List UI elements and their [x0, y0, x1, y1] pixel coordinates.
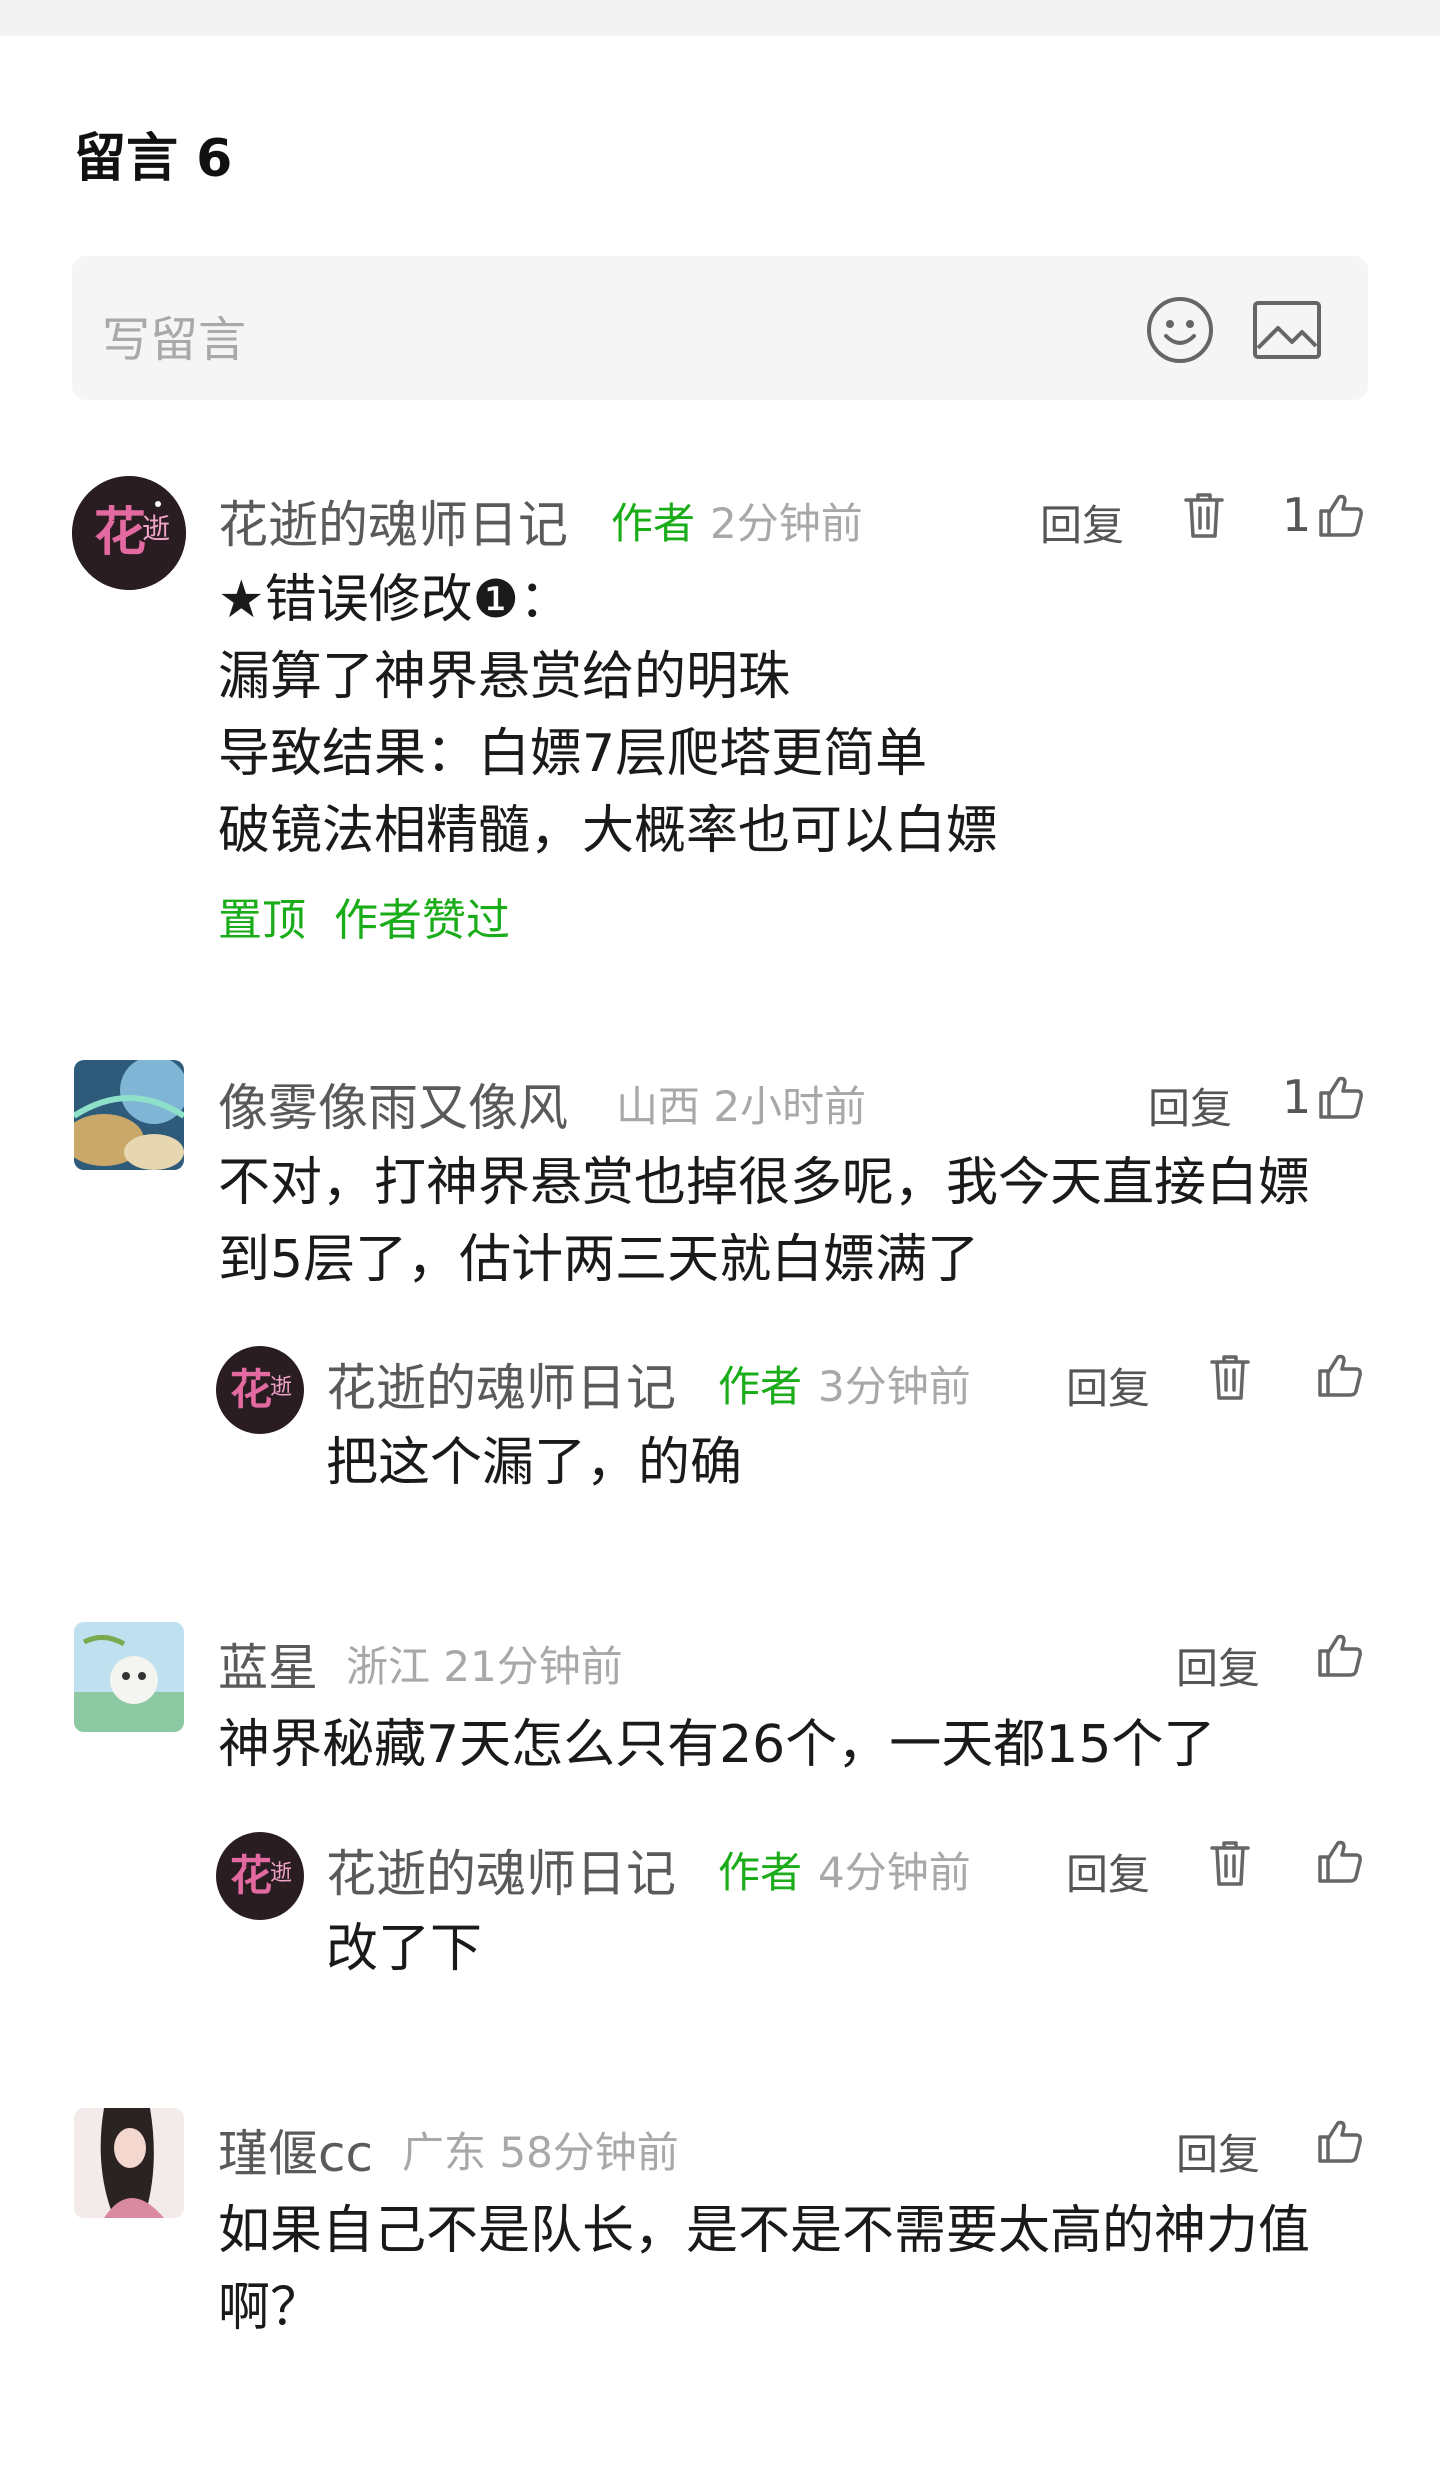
reply-username[interactable]: 花逝的魂师日记	[326, 1348, 676, 1420]
svg-text:花: 花	[230, 1365, 272, 1414]
image-icon[interactable]	[1252, 300, 1322, 360]
smiley-icon[interactable]	[1146, 296, 1214, 364]
comment-time: 2分钟前	[710, 499, 863, 548]
svg-text:逝: 逝	[270, 1861, 292, 1886]
like-button[interactable]: 1	[1282, 488, 1365, 542]
reply-button[interactable]: 回复	[1066, 1355, 1150, 1416]
comment-line: 破镜法相精髓，大概率也可以白嫖	[218, 801, 999, 861]
svg-text:花: 花	[94, 503, 146, 563]
top-strip	[0, 0, 1440, 36]
reply-line: 把这个漏了，的确	[326, 1433, 743, 1493]
author-badge: 作者	[718, 1848, 803, 1897]
comment-line: 啊？	[218, 2278, 323, 2338]
thumbs-up-icon	[1319, 1076, 1364, 1119]
comment-line: 不对，打神界悬赏也掉很多呢，我今天直接白嫖	[218, 1153, 1311, 1213]
comment-location-time: 广东 58分钟前	[402, 2128, 679, 2177]
avatar[interactable]: 花 逝	[72, 476, 186, 590]
comment-line: 导致结果：白嫖7层爬塔更简单	[218, 724, 928, 784]
svg-text:逝: 逝	[270, 1375, 292, 1400]
reply-avatar[interactable]: 花 逝	[216, 1832, 304, 1920]
page-title: 留言 6	[74, 129, 233, 189]
svg-text:逝: 逝	[142, 512, 170, 545]
thumbs-up-icon	[1318, 1840, 1362, 1883]
author-badge: 作者	[611, 499, 696, 548]
thumbs-up-icon	[1318, 2120, 1362, 2163]
like-button[interactable]	[1316, 1836, 1364, 1886]
comment-username[interactable]: 瑾偃cc	[218, 2114, 373, 2186]
comment-username[interactable]: 花逝的魂师日记	[218, 485, 568, 557]
like-count: 1	[1282, 1070, 1312, 1124]
like-button[interactable]	[1316, 1350, 1364, 1400]
reply-button[interactable]: 回复	[1148, 1075, 1232, 1136]
reply-button[interactable]: 回复	[1040, 492, 1124, 553]
comment-line: 神界秘藏7天怎么只有26个，一天都15个了	[218, 1715, 1216, 1775]
comment-line: 漏算了神界悬赏给的明珠	[218, 647, 791, 707]
thumbs-up-icon	[1319, 494, 1364, 537]
thumbs-up-icon	[1318, 1354, 1362, 1397]
reply-time: 3分钟前	[818, 1362, 971, 1411]
trash-icon[interactable]	[1208, 1838, 1252, 1888]
pinned-badges: 置顶 作者赞过	[218, 895, 510, 946]
comment-location-time: 山西 2小时前	[616, 1082, 867, 1131]
comment-username[interactable]: 像雾像雨又像风	[218, 1068, 568, 1140]
comment-input[interactable]: 写留言	[72, 256, 1368, 400]
reply-line: 改了下	[326, 1919, 483, 1979]
reply-button[interactable]: 回复	[1066, 1841, 1150, 1902]
reply-time: 4分钟前	[818, 1848, 971, 1897]
avatar[interactable]	[74, 2108, 184, 2218]
comment-line: 到5层了，估计两三天就白嫖满了	[218, 1230, 980, 1290]
like-count: 1	[1282, 488, 1312, 542]
avatar[interactable]	[74, 1622, 184, 1732]
comment-username[interactable]: 蓝星	[218, 1628, 318, 1700]
reply-username[interactable]: 花逝的魂师日记	[326, 1834, 676, 1906]
comment-location-time: 浙江 21分钟前	[346, 1642, 623, 1691]
reply-button[interactable]: 回复	[1176, 1635, 1260, 1696]
comment-line: 如果自己不是队长，是不是不需要太高的神力值	[218, 2201, 1311, 2261]
reply-avatar[interactable]: 花 逝	[216, 1346, 304, 1434]
thumbs-up-icon	[1318, 1634, 1362, 1677]
trash-icon[interactable]	[1182, 490, 1226, 540]
like-button[interactable]: 1	[1282, 1070, 1365, 1124]
like-button[interactable]	[1316, 1630, 1364, 1680]
svg-text:花: 花	[230, 1851, 272, 1900]
trash-icon[interactable]	[1208, 1352, 1252, 1402]
like-button[interactable]	[1316, 2116, 1364, 2166]
author-badge: 作者	[718, 1362, 803, 1411]
comment-input-placeholder: 写留言	[102, 312, 247, 368]
comment-line: ★错误修改❶：	[218, 570, 572, 630]
avatar[interactable]	[74, 1060, 184, 1170]
reply-button[interactable]: 回复	[1176, 2121, 1260, 2182]
